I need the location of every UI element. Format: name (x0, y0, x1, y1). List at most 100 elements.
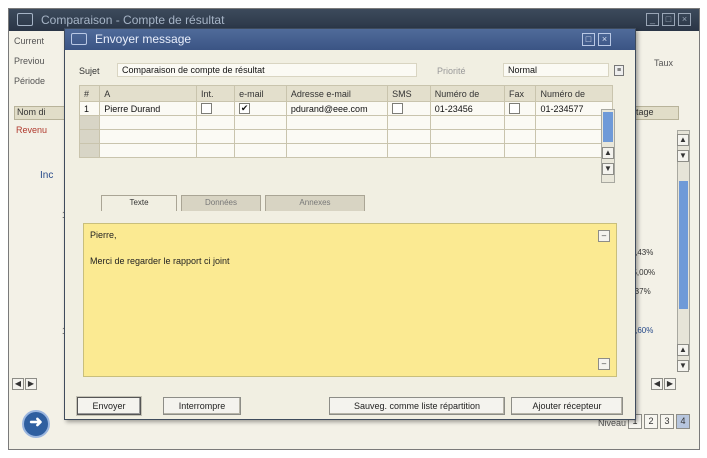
level-4-button[interactable]: 4 (676, 414, 690, 429)
table-row[interactable] (78, 129, 613, 144)
internal-checkbox[interactable] (200, 103, 212, 115)
col-header-email-address: Adresse e-mail (285, 85, 389, 102)
period-label: Période (14, 76, 46, 86)
empty-cell[interactable] (503, 115, 537, 130)
col-header-to: A (99, 85, 197, 102)
save-distribution-list-button[interactable]: Sauveg. comme liste répartition (329, 397, 505, 415)
scroll-right-icon[interactable]: ▶ (664, 378, 676, 390)
empty-cell[interactable] (429, 115, 505, 130)
table-row[interactable] (78, 143, 613, 158)
empty-cell[interactable] (285, 129, 389, 144)
empty-cell[interactable] (285, 143, 389, 158)
row-selector[interactable] (78, 143, 101, 158)
scroll-thumb[interactable] (603, 112, 613, 142)
empty-cell[interactable] (387, 129, 431, 144)
back-arrow-icon[interactable]: ➜ (22, 410, 50, 438)
scroll-down-icon[interactable]: ▼ (677, 150, 689, 162)
empty-cell[interactable] (429, 129, 505, 144)
cancel-button[interactable]: Interrompre (163, 397, 241, 415)
empty-cell[interactable] (503, 143, 537, 158)
empty-cell[interactable] (285, 115, 389, 130)
col-header-fax: Fax (503, 85, 537, 102)
sms-checkbox[interactable] (392, 103, 404, 115)
empty-cell[interactable] (99, 143, 197, 158)
row-number: 1 (78, 101, 101, 116)
scroll-up-icon[interactable]: ▲ (677, 344, 689, 356)
empty-cell[interactable] (503, 129, 537, 144)
scroll-down-icon[interactable]: ▼ (602, 163, 614, 175)
tab-texte[interactable]: Texte (101, 195, 177, 211)
row-selector[interactable] (78, 129, 101, 144)
col-header-phone-number: Numéro de (429, 85, 505, 102)
app-icon (17, 13, 33, 26)
scroll-right-icon[interactable]: ▶ (25, 378, 37, 390)
taux-label: Taux (654, 58, 674, 68)
inc-label: Inc (40, 170, 54, 181)
phone-number-cell[interactable]: 01-23456 (429, 101, 505, 116)
empty-cell[interactable] (234, 129, 287, 144)
dialog-icon (71, 33, 87, 45)
current-label: Current (14, 36, 45, 46)
scroll-down-icon[interactable]: ▼ (677, 360, 689, 372)
col-header-sms: SMS (387, 85, 431, 102)
priority-label: Priorité (437, 66, 466, 76)
table-header-row: # A Int. e-mail Adresse e-mail SMS Numér… (78, 85, 613, 102)
scroll-up-icon[interactable]: ▲ (602, 147, 614, 159)
sms-checkbox-cell[interactable] (387, 101, 431, 116)
close-icon[interactable]: × (678, 13, 691, 26)
scroll-left-icon[interactable]: ◀ (12, 378, 24, 390)
level-3-button[interactable]: 3 (660, 414, 674, 429)
message-body[interactable]: Pierre, Merci de regarder le rapport ci … (83, 223, 617, 377)
empty-cell[interactable] (387, 143, 431, 158)
background-window-title: Comparaison - Compte de résultat (41, 13, 225, 27)
dialog-title: Envoyer message (95, 32, 192, 46)
minimize-icon[interactable]: _ (646, 13, 659, 26)
empty-cell[interactable] (99, 115, 197, 130)
background-scrollbar[interactable] (677, 130, 690, 370)
recipient-name-cell[interactable]: Pierre Durand (99, 101, 197, 116)
dialog-titlebar: Envoyer message □ × (65, 29, 635, 50)
previous-label: Previou (14, 56, 45, 66)
priority-field[interactable]: Normal (503, 63, 609, 77)
table-row[interactable] (78, 115, 613, 130)
scroll-down-icon[interactable]: – (598, 358, 610, 370)
priority-dropdown-icon[interactable]: ≡ (614, 65, 624, 76)
col-header-internal: Int. (195, 85, 236, 102)
tab-annexes[interactable]: Annexes (265, 195, 365, 211)
email-checkbox-cell[interactable]: ✔ (234, 101, 287, 116)
scroll-thumb[interactable] (679, 181, 688, 309)
message-line: Merci de regarder le rapport ci joint (90, 256, 230, 266)
email-address-cell[interactable]: pdurand@eee.com (285, 101, 389, 116)
message-line: Pierre, (90, 230, 117, 240)
revenu-label: Revenu (16, 125, 48, 135)
subject-label: Sujet (79, 66, 100, 76)
level-2-button[interactable]: 2 (644, 414, 658, 429)
maximize-icon[interactable]: □ (662, 13, 675, 26)
add-recipient-button[interactable]: Ajouter récepteur (511, 397, 623, 415)
empty-cell[interactable] (387, 115, 431, 130)
internal-checkbox-cell[interactable] (195, 101, 236, 116)
scroll-up-icon[interactable]: ▲ (677, 134, 689, 146)
scroll-left-icon[interactable]: ◀ (651, 378, 663, 390)
empty-cell[interactable] (99, 129, 197, 144)
empty-cell[interactable] (195, 143, 236, 158)
table-row[interactable]: 1 Pierre Durand ✔ pdurand@eee.com 01-234… (78, 101, 613, 116)
empty-cell[interactable] (195, 115, 236, 130)
col-header-fax-number: Numéro de (535, 85, 613, 102)
email-checkbox[interactable]: ✔ (239, 103, 251, 115)
empty-cell[interactable] (195, 129, 236, 144)
tab-donnees[interactable]: Données (181, 195, 261, 211)
fax-checkbox[interactable] (508, 103, 520, 115)
fax-checkbox-cell[interactable] (503, 101, 537, 116)
subject-field[interactable]: Comparaison de compte de résultat (117, 63, 417, 77)
recipients-table: # A Int. e-mail Adresse e-mail SMS Numér… (78, 85, 613, 158)
close-icon[interactable]: × (598, 33, 611, 46)
restore-icon[interactable]: □ (582, 33, 595, 46)
scroll-up-icon[interactable]: – (598, 230, 610, 242)
col-header-number: # (78, 85, 101, 102)
send-message-dialog: Envoyer message □ × Sujet Comparaison de… (64, 28, 636, 420)
row-selector[interactable] (78, 115, 101, 130)
empty-cell[interactable] (234, 143, 287, 158)
empty-cell[interactable] (234, 115, 287, 130)
empty-cell[interactable] (429, 143, 505, 158)
